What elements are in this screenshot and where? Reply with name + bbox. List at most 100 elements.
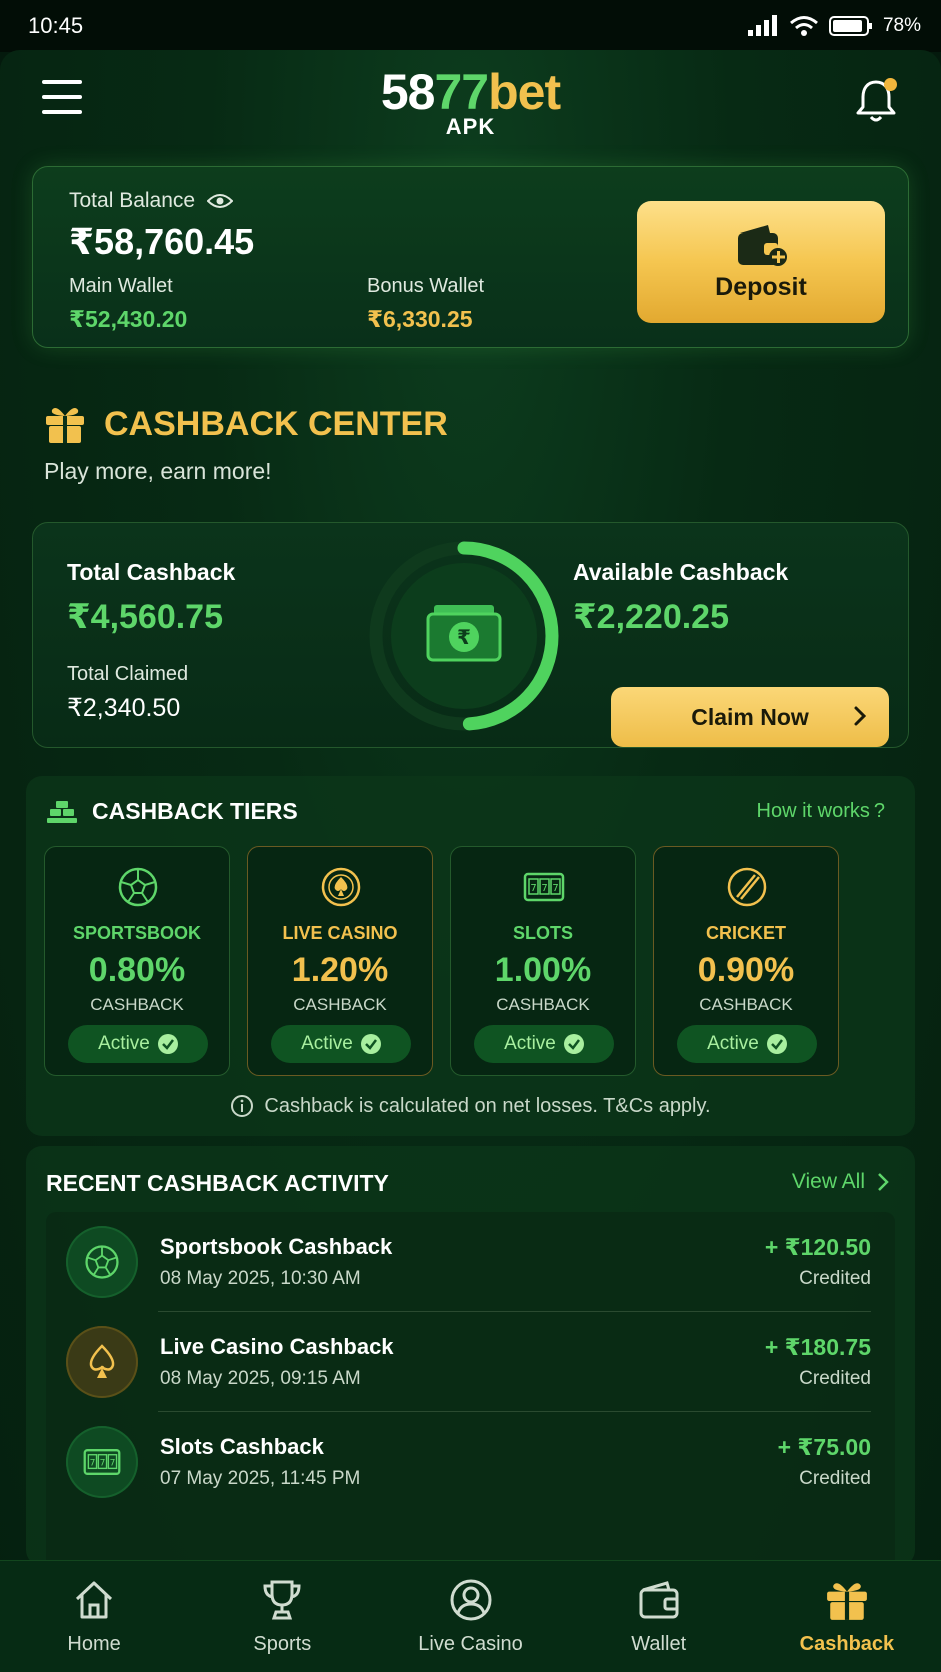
- nav-sports[interactable]: Sports: [188, 1561, 376, 1672]
- gift-icon: [827, 1583, 867, 1620]
- activity-status: Credited: [799, 1468, 871, 1489]
- slot-machine-icon: 7 7 7: [523, 872, 565, 902]
- nav-live-casino[interactable]: Live Casino: [376, 1561, 564, 1672]
- total-claimed-value: ₹2,340.50: [67, 694, 181, 722]
- bonus-wallet-label: Bonus Wallet: [367, 275, 485, 297]
- logo-subtitle: APK: [445, 114, 496, 139]
- claim-now-label: Claim Now: [691, 703, 809, 730]
- battery-icon: [828, 16, 872, 36]
- spade-chip-icon: [321, 867, 361, 907]
- svg-text:7: 7: [100, 1459, 106, 1469]
- active-label: Active: [98, 1033, 150, 1054]
- svg-text:7: 7: [110, 1459, 116, 1469]
- how-it-works-link[interactable]: How it works ?: [757, 800, 885, 823]
- cashback-summary-card: Total Cashback ₹4,560.75 Total Claimed ₹…: [32, 522, 909, 748]
- activity-name: Live Casino Cashback: [160, 1334, 394, 1359]
- available-cashback-value: ₹2,220.25: [573, 598, 730, 636]
- spade-icon: [89, 1344, 115, 1378]
- list-item[interactable]: Sportsbook Cashback 08 May 2025, 10:30 A…: [46, 1212, 895, 1312]
- bonus-wallet: Bonus Wallet ₹6,330.25: [367, 275, 484, 333]
- how-it-works-label: How it works: [756, 800, 870, 822]
- activity-icon: [66, 1226, 138, 1298]
- activity-amount: + ₹75.00: [777, 1434, 871, 1460]
- soccer-ball-icon: [85, 1245, 119, 1279]
- total-balance-value: ₹58,760.45: [69, 221, 255, 262]
- chevron-right-icon: [878, 1173, 889, 1191]
- logo[interactable]: 5877bet APK: [0, 64, 941, 138]
- status-time: 10:45: [28, 13, 84, 38]
- list-item[interactable]: Live Casino Cashback 08 May 2025, 09:15 …: [46, 1312, 895, 1412]
- logo-part-3: bet: [488, 64, 561, 120]
- gold-bars-icon: [47, 800, 77, 823]
- svg-text:₹: ₹: [457, 625, 471, 649]
- tier-percent: 0.80%: [88, 951, 186, 989]
- wifi-icon: [790, 16, 818, 36]
- notifications-button[interactable]: [853, 76, 899, 124]
- total-cashback-value: ₹4,560.75: [67, 598, 224, 636]
- tier-percent: 1.00%: [494, 951, 592, 989]
- claim-now-button[interactable]: Claim Now: [611, 687, 889, 747]
- home-icon: [76, 1581, 113, 1619]
- tiers-note-text: Cashback is calculated on net losses. T&…: [264, 1094, 711, 1117]
- svg-text:7: 7: [530, 883, 536, 894]
- nav-label: Home: [67, 1633, 121, 1655]
- activity-status: Credited: [799, 1268, 871, 1289]
- nav-label: Cashback: [799, 1633, 895, 1655]
- deposit-button[interactable]: Deposit: [637, 201, 885, 323]
- tier-name: LIVE CASINO: [282, 923, 398, 943]
- eye-icon[interactable]: [207, 192, 234, 210]
- logo-part-2: 77: [434, 64, 490, 120]
- tier-card-cricket[interactable]: CRICKET 0.90% CASHBACK Active: [653, 846, 839, 1076]
- cashback-center-subtitle: Play more, earn more!: [44, 458, 272, 484]
- svg-text:7: 7: [552, 883, 558, 894]
- nav-wallet[interactable]: Wallet: [565, 1561, 753, 1672]
- tiers-note: Cashback is calculated on net losses. T&…: [26, 1094, 915, 1118]
- header: 5877bet APK: [0, 50, 941, 160]
- active-label: Active: [504, 1033, 556, 1054]
- nav-home[interactable]: Home: [0, 1561, 188, 1672]
- status-bar: 10:45 78%: [0, 0, 941, 52]
- main-wallet-value: ₹52,430.20: [69, 306, 188, 332]
- view-all-link[interactable]: View All: [792, 1170, 889, 1194]
- nav-cashback[interactable]: Cashback: [753, 1561, 941, 1672]
- cashback-progress-ring: ₹: [369, 541, 559, 731]
- cashback-tiers-panel: CASHBACK TIERS How it works ? SPORTSBOOK…: [26, 776, 915, 1136]
- svg-text:7: 7: [90, 1459, 96, 1469]
- notification-dot: [884, 78, 897, 91]
- trophy-icon: [263, 1580, 301, 1620]
- cashback-tiers-title: CASHBACK TIERS: [92, 798, 298, 824]
- tier-sub-label: CASHBACK: [90, 995, 184, 1014]
- logo-part-1: 58: [380, 64, 436, 120]
- activity-date: 08 May 2025, 09:15 AM: [160, 1368, 361, 1389]
- tier-sub-label: CASHBACK: [293, 995, 387, 1014]
- tier-card-live-casino[interactable]: LIVE CASINO 1.20% CASHBACK Active: [247, 846, 433, 1076]
- bottom-nav: Home Sports Live Casino Wallet Cashback: [0, 1560, 941, 1672]
- wallet-icon: [639, 1581, 679, 1619]
- tier-name: SLOTS: [512, 923, 573, 943]
- app-screen: 5877bet APK Total Balance ₹58,760.45 Mai…: [0, 50, 941, 1672]
- battery-percent: 78%: [882, 15, 921, 36]
- check-circle-icon: [563, 1034, 584, 1054]
- check-circle-icon: [766, 1034, 787, 1054]
- chevron-right-icon: [854, 706, 867, 726]
- recent-activity-title: RECENT CASHBACK ACTIVITY: [46, 1170, 389, 1196]
- view-all-label: View All: [791, 1170, 865, 1193]
- tier-card-sportsbook[interactable]: SPORTSBOOK 0.80% CASHBACK Active: [44, 846, 230, 1076]
- gift-icon: [46, 408, 84, 443]
- active-label: Active: [707, 1033, 759, 1054]
- wallet-add-icon: [738, 224, 787, 266]
- available-cashback-label: Available Cashback: [573, 559, 789, 585]
- question-icon: ?: [873, 800, 885, 822]
- activity-amount: + ₹120.50: [764, 1234, 871, 1260]
- active-label: Active: [301, 1033, 353, 1054]
- active-badge: Active: [271, 1025, 411, 1063]
- list-item[interactable]: 7 7 7 Slots Cashback 07 May 2025, 11:45 …: [46, 1412, 895, 1512]
- activity-amount: + ₹180.75: [764, 1334, 871, 1360]
- active-badge: Active: [474, 1025, 614, 1063]
- activity-name: Sportsbook Cashback: [160, 1234, 393, 1259]
- nav-label: Wallet: [631, 1633, 687, 1655]
- total-balance-label: Total Balance: [69, 189, 196, 212]
- tier-card-slots[interactable]: 7 7 7 SLOTS 1.00% CASHBACK Active: [450, 846, 636, 1076]
- slot-machine-icon: 7 7 7: [83, 1449, 121, 1475]
- main-wallet: Main Wallet ₹52,430.20: [69, 275, 187, 333]
